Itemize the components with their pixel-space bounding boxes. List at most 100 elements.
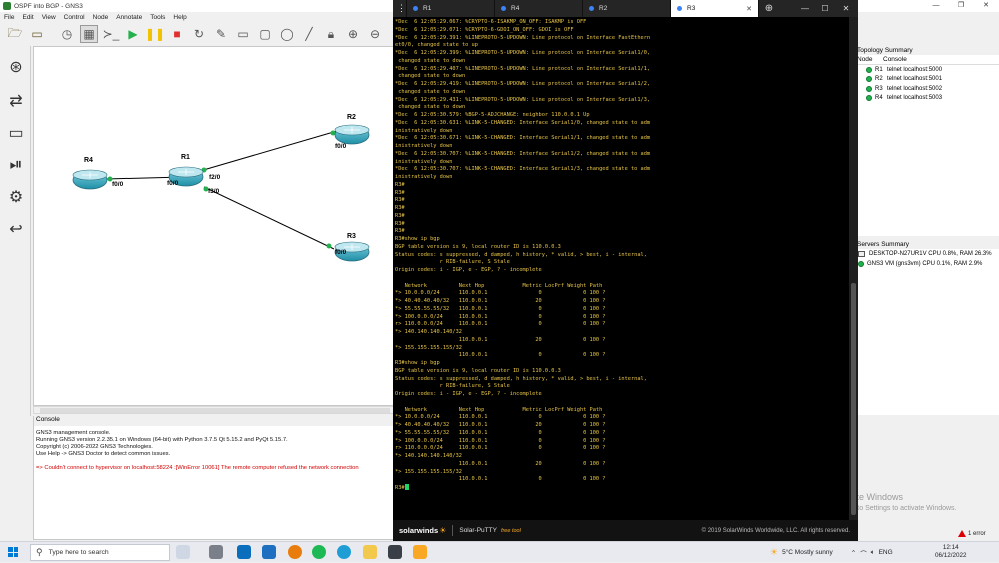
security-devices-icon[interactable]: ⏯ bbox=[5, 154, 27, 176]
tab-r1[interactable]: R1 bbox=[407, 0, 495, 17]
edge-icon[interactable] bbox=[337, 545, 351, 559]
solarwinds-sun-icon: ☀ bbox=[439, 526, 447, 535]
topology-row-r1[interactable]: R1 telnet localhost:5000 bbox=[854, 65, 999, 75]
reload-icon[interactable]: ↻ bbox=[190, 25, 208, 43]
gns3-taskbar-icon[interactable] bbox=[388, 545, 402, 559]
server-row[interactable]: DESKTOP-N27UR1V CPU 0.8%, RAM 26.3% bbox=[854, 249, 999, 259]
clock-icon[interactable]: ◷ bbox=[58, 25, 76, 43]
menu-control[interactable]: Control bbox=[64, 14, 85, 21]
lock-icon[interactable]: 🔒︎ bbox=[322, 25, 340, 43]
cortana-bird-icon[interactable] bbox=[176, 545, 190, 559]
weather-text[interactable]: 5°C Mostly sunny bbox=[782, 549, 833, 556]
gns3-app-icon bbox=[3, 2, 11, 10]
solar-putty-window: ⋮ R1 R4 R2 R3 ✕ ⊕ — ☐ ✕ *Dec 6 12:05:29.0… bbox=[393, 0, 858, 541]
end-devices-icon[interactable]: ▭ bbox=[5, 122, 27, 144]
maximize-icon[interactable]: ☐ bbox=[815, 0, 835, 17]
weather-icon[interactable]: ☀ bbox=[770, 547, 778, 558]
terminal-scrollbar[interactable] bbox=[849, 17, 858, 520]
error-badge[interactable]: 1 error bbox=[958, 530, 986, 537]
draw-ellipse-icon[interactable]: ◯ bbox=[278, 25, 296, 43]
maximize-icon[interactable]: ❐ bbox=[950, 0, 972, 12]
menu-edit[interactable]: Edit bbox=[22, 14, 33, 21]
session-icon bbox=[501, 6, 506, 11]
close-icon[interactable]: ✕ bbox=[975, 0, 997, 12]
router-r4[interactable] bbox=[72, 169, 108, 190]
menu-view[interactable]: View bbox=[42, 14, 56, 21]
taskbar-clock[interactable]: 12:14 06/12/2022 bbox=[935, 544, 967, 560]
switches-icon[interactable]: ⇄ bbox=[5, 90, 27, 112]
router-r2[interactable] bbox=[334, 124, 370, 145]
edit-note-icon[interactable]: ✎ bbox=[212, 25, 230, 43]
console-all-icon[interactable]: ≻_ bbox=[102, 25, 120, 43]
link-r1-r3[interactable] bbox=[203, 186, 335, 250]
search-placeholder: Type here to search bbox=[48, 549, 109, 556]
windows-taskbar: ⚲ Type here to search ☀ 5°C Mostly sunny… bbox=[0, 541, 999, 562]
canvas-horizontal-scrollbar[interactable] bbox=[33, 406, 395, 414]
all-devices-icon[interactable]: ⚙ bbox=[5, 186, 27, 208]
iface-label: f3/0 bbox=[208, 188, 220, 195]
zoom-out-icon[interactable]: ⊖ bbox=[366, 25, 384, 43]
link-status-dot bbox=[326, 243, 332, 249]
clock-time: 12:14 bbox=[942, 544, 959, 551]
topology-summary-panel: Topology Summary Node Console R1 telnet l… bbox=[853, 46, 999, 236]
add-link-icon[interactable]: ↩ bbox=[5, 218, 27, 240]
network-icon[interactable]: ⌒ bbox=[860, 548, 867, 558]
file-explorer-icon[interactable] bbox=[262, 545, 276, 559]
minimize-icon[interactable]: — bbox=[795, 0, 815, 17]
topology-row-r3[interactable]: R3 telnet localhost:5002 bbox=[854, 84, 999, 94]
kebab-menu-icon[interactable]: ⋮ bbox=[393, 0, 407, 17]
zoom-in-icon[interactable]: ⊕ bbox=[344, 25, 362, 43]
menu-annotate[interactable]: Annotate bbox=[116, 14, 142, 21]
window-title: OSPF into BGP - GNS3 bbox=[14, 2, 83, 10]
putty-tab-bar: ⋮ R1 R4 R2 R3 ✕ ⊕ — ☐ ✕ bbox=[393, 0, 858, 17]
session-icon bbox=[677, 6, 682, 11]
new-session-icon[interactable]: ⊕ bbox=[759, 0, 779, 17]
topology-canvas[interactable]: R4 f0/0 R1 f0/0 f2/0 f3/0 R2 f0/0 R3 f0/… bbox=[33, 46, 395, 406]
topology-row-r4[interactable]: R4 telnet localhost:5003 bbox=[854, 94, 999, 104]
menu-help[interactable]: Help bbox=[173, 14, 186, 21]
tab-r3[interactable]: R3 ✕ bbox=[671, 0, 759, 17]
folder-icon[interactable]: ▭ bbox=[28, 25, 46, 43]
tab-r4[interactable]: R4 bbox=[495, 0, 583, 17]
open-project-icon[interactable]: 🗁 bbox=[6, 25, 24, 43]
taskbar-search[interactable]: ⚲ Type here to search bbox=[30, 544, 170, 561]
server-row[interactable]: GNS3 VM (gns3vm) CPU 0.1%, RAM 2.9% bbox=[854, 259, 999, 269]
menu-tools[interactable]: Tools bbox=[150, 14, 165, 21]
minimize-icon[interactable]: — bbox=[925, 0, 947, 12]
menu-node[interactable]: Node bbox=[93, 14, 109, 21]
outlook-icon[interactable] bbox=[237, 545, 251, 559]
draw-line-icon[interactable]: ╱ bbox=[300, 25, 318, 43]
stop-icon[interactable]: ■ bbox=[168, 25, 186, 43]
solar-putty-taskbar-icon[interactable] bbox=[413, 545, 427, 559]
iface-label: f2/0 bbox=[209, 174, 221, 181]
iface-label: f0/0 bbox=[112, 181, 124, 188]
close-icon[interactable]: ✕ bbox=[836, 0, 856, 17]
play-icon[interactable]: ▶ bbox=[124, 25, 142, 43]
status-icon bbox=[866, 85, 872, 92]
insert-picture-icon[interactable]: ▭ bbox=[234, 25, 252, 43]
status-icon bbox=[866, 76, 872, 83]
windows-start-icon[interactable] bbox=[8, 547, 18, 557]
topology-row-r2[interactable]: R2 telnet localhost:5001 bbox=[854, 75, 999, 85]
servers-summary-title: Servers Summary bbox=[854, 240, 999, 249]
task-view-icon[interactable] bbox=[209, 545, 223, 559]
col-console: Console bbox=[883, 56, 907, 63]
close-tab-icon[interactable]: ✕ bbox=[746, 5, 752, 13]
router-label-r3: R3 bbox=[347, 233, 356, 240]
link-r1-r2[interactable] bbox=[199, 130, 338, 172]
volume-icon[interactable]: 🔈︎ bbox=[871, 549, 875, 557]
tab-r2[interactable]: R2 bbox=[583, 0, 671, 17]
spotify-icon[interactable] bbox=[312, 545, 326, 559]
blender-icon[interactable] bbox=[288, 545, 302, 559]
snapshot-icon[interactable]: ▦ bbox=[80, 25, 98, 43]
tray-chevron-icon[interactable]: ⌃ bbox=[851, 549, 856, 557]
language-indicator[interactable]: ENG bbox=[879, 549, 893, 556]
topology-summary-title: Topology Summary bbox=[854, 46, 999, 55]
toolbar: 🗁 ▭ ◷ ▦ ≻_ ▶ ❚❚ ■ ↻ ✎ ▭ ▢ ◯ ╱ 🔒︎ ⊕ ⊖ bbox=[0, 22, 395, 46]
draw-rectangle-icon[interactable]: ▢ bbox=[256, 25, 274, 43]
pause-icon[interactable]: ❚❚ bbox=[145, 25, 165, 43]
routers-icon[interactable]: ⊛ bbox=[5, 56, 27, 78]
menu-file[interactable]: File bbox=[4, 14, 14, 21]
chrome-icon[interactable] bbox=[363, 545, 377, 559]
terminal-output[interactable]: *Dec 6 12:05:29.067: %CRYPTO-6-ISAKMP_ON… bbox=[393, 17, 849, 520]
